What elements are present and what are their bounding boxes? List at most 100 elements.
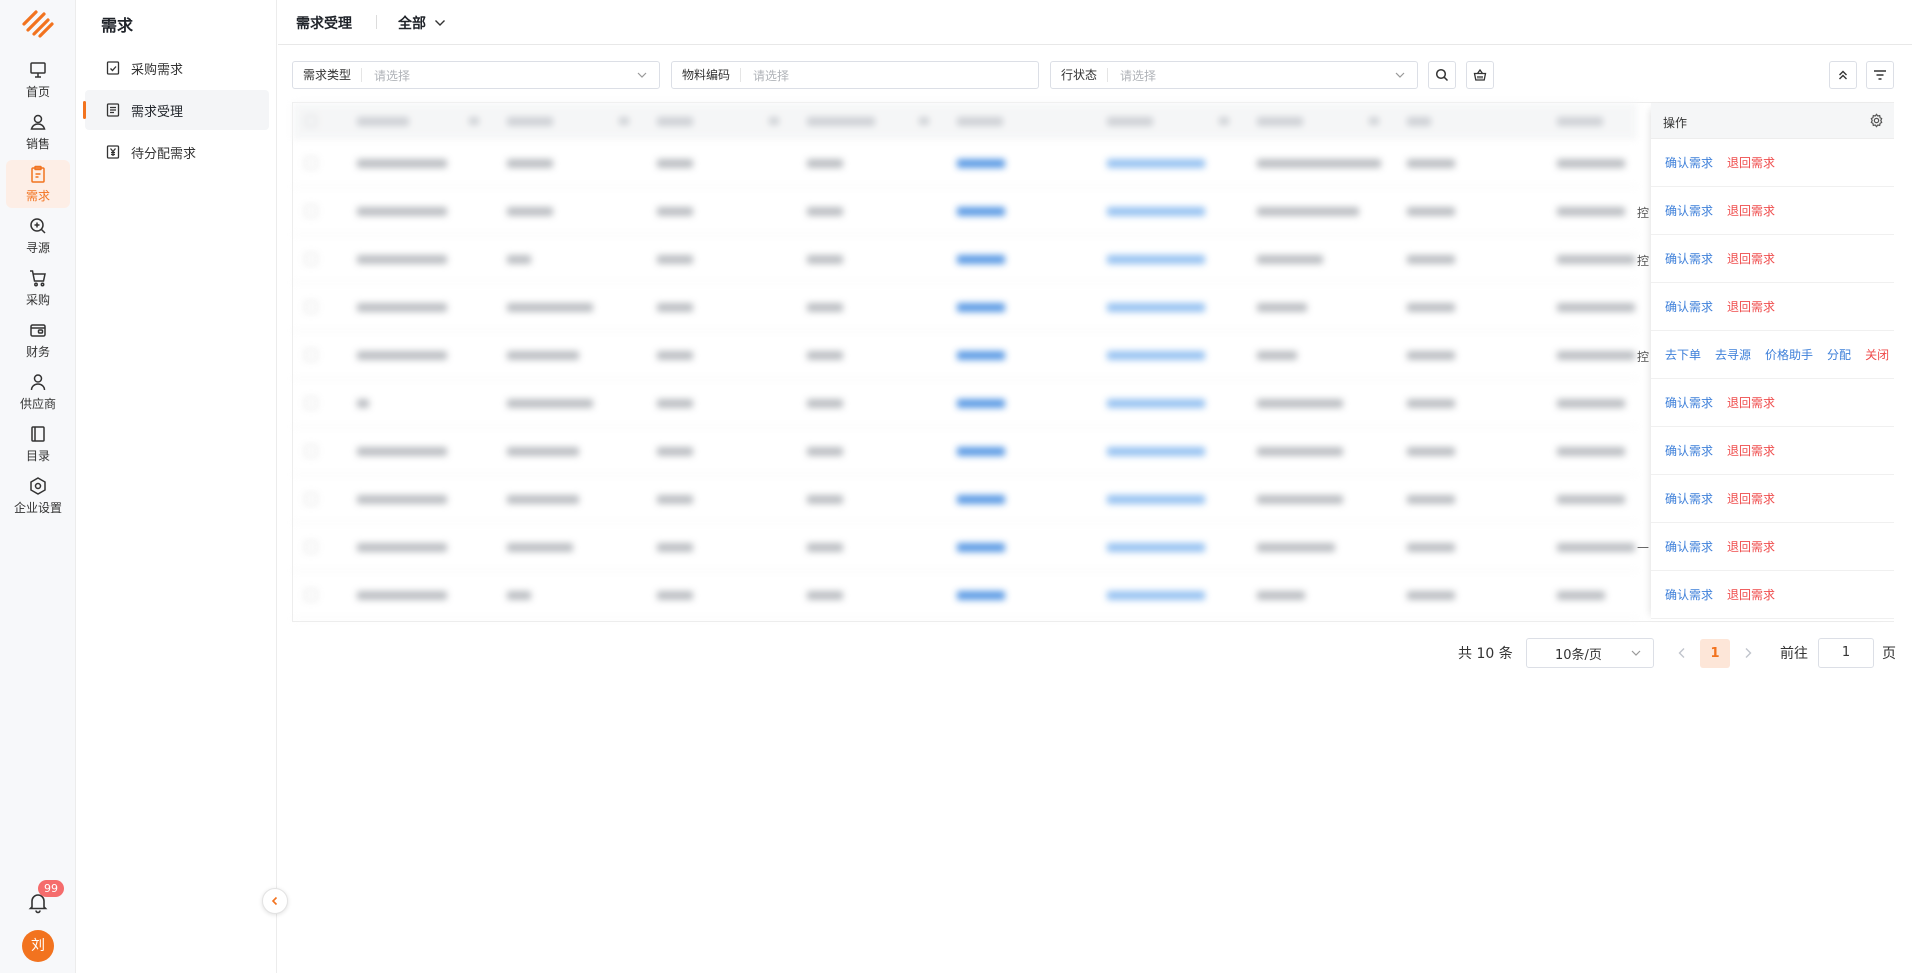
brand-logo-icon[interactable]: [20, 6, 56, 40]
row-checkbox[interactable]: [305, 253, 317, 265]
search-zoom-icon: [30, 218, 46, 234]
operations-header-label: 操作: [1663, 116, 1688, 130]
table-row[interactable]: [293, 427, 1637, 475]
column-filter-icon[interactable]: [469, 117, 479, 125]
column-filter-icon[interactable]: [1369, 117, 1379, 125]
confirm-demand-link[interactable]: 确认需求: [1665, 538, 1713, 555]
table-row[interactable]: [293, 235, 1637, 283]
return-demand-link[interactable]: 退回需求: [1727, 490, 1775, 507]
clear-filters-button[interactable]: [1466, 61, 1494, 89]
rail-item-supplier[interactable]: 供应商: [6, 368, 70, 416]
page-number-current[interactable]: 1: [1700, 639, 1730, 668]
price-assistant-link[interactable]: 价格助手: [1765, 346, 1813, 363]
filter-settings-button[interactable]: [1866, 61, 1894, 89]
row-checkbox[interactable]: [305, 397, 317, 409]
allocate-link[interactable]: 分配: [1827, 346, 1851, 363]
confirm-demand-link[interactable]: 确认需求: [1665, 250, 1713, 267]
confirm-demand-link[interactable]: 确认需求: [1665, 586, 1713, 603]
rail-item-sourcing[interactable]: 寻源: [6, 212, 70, 260]
confirm-demand-link[interactable]: 确认需求: [1665, 154, 1713, 171]
goto-page-input[interactable]: 1: [1818, 638, 1874, 668]
confirm-demand-link[interactable]: 确认需求: [1665, 394, 1713, 411]
gear-icon[interactable]: [1869, 113, 1884, 128]
filter-demand-type[interactable]: 需求类型 请选择: [292, 61, 660, 89]
table-row[interactable]: [293, 379, 1637, 427]
monitor-icon: [30, 62, 46, 78]
double-chevron-up-icon: [1839, 70, 1847, 80]
check-doc-icon: [106, 61, 120, 75]
confirm-demand-link[interactable]: 确认需求: [1665, 442, 1713, 459]
scope-dropdown[interactable]: 全部: [398, 13, 446, 33]
rail-item-home[interactable]: 首页: [6, 56, 70, 104]
row-checkbox[interactable]: [305, 445, 317, 457]
return-demand-link[interactable]: 退回需求: [1727, 154, 1775, 171]
go-sourcing-link[interactable]: 去寻源: [1715, 346, 1751, 363]
table-row[interactable]: [293, 571, 1637, 619]
page-size-select[interactable]: 10条/页: [1526, 638, 1654, 668]
return-demand-link[interactable]: 退回需求: [1727, 586, 1775, 603]
wallet-icon: [30, 324, 46, 337]
row-checkbox[interactable]: [305, 157, 317, 169]
row-actions: 确认需求 退回需求: [1651, 187, 1894, 235]
column-header: [1257, 117, 1303, 126]
cart-icon: [30, 270, 46, 287]
table-row[interactable]: [293, 475, 1637, 523]
collapse-filters-button[interactable]: [1829, 61, 1857, 89]
submenu-item-pending-allocation[interactable]: 待分配需求: [85, 132, 269, 172]
filter-line-status[interactable]: 行状态 请选择: [1050, 61, 1418, 89]
collapse-sidebar-button[interactable]: [262, 888, 288, 914]
rail-item-enterprise-settings[interactable]: 企业设置: [6, 472, 70, 520]
confirm-demand-link[interactable]: 确认需求: [1665, 490, 1713, 507]
table-row[interactable]: [293, 523, 1637, 571]
row-checkbox[interactable]: [305, 301, 317, 313]
table-row[interactable]: [293, 139, 1637, 187]
user-avatar[interactable]: 刘: [22, 930, 54, 962]
prev-page-button[interactable]: [1674, 644, 1690, 662]
column-header: [1407, 117, 1431, 126]
next-page-button[interactable]: [1740, 644, 1756, 662]
row-checkbox[interactable]: [305, 205, 317, 217]
hexagon-gear-icon: [30, 477, 46, 495]
return-demand-link[interactable]: 退回需求: [1727, 442, 1775, 459]
row-checkbox[interactable]: [305, 541, 317, 553]
confirm-demand-link[interactable]: 确认需求: [1665, 202, 1713, 219]
rail-item-demand[interactable]: 需求: [6, 160, 70, 208]
header-divider: [376, 15, 377, 29]
return-demand-link[interactable]: 退回需求: [1727, 250, 1775, 267]
table-row[interactable]: [293, 283, 1637, 331]
rail-item-finance[interactable]: 财务: [6, 316, 70, 364]
column-header: [957, 117, 1003, 126]
table-row[interactable]: [293, 187, 1637, 235]
operations-header: 操作: [1651, 103, 1894, 139]
row-checkbox[interactable]: [305, 493, 317, 505]
submenu-title: 需求: [101, 16, 134, 35]
rail-item-purchase[interactable]: 采购: [6, 264, 70, 312]
submenu-item-demand-acceptance[interactable]: 需求受理: [83, 90, 269, 130]
select-all-checkbox[interactable]: [305, 115, 317, 127]
confirm-demand-link[interactable]: 确认需求: [1665, 298, 1713, 315]
return-demand-link[interactable]: 退回需求: [1727, 298, 1775, 315]
chevron-down-icon: [637, 72, 647, 78]
return-demand-link[interactable]: 退回需求: [1727, 538, 1775, 555]
table-row[interactable]: [293, 331, 1637, 379]
rail-item-catalog[interactable]: 目录: [6, 420, 70, 468]
operations-column: 操作 确认需求 退回需求 确认需求 退回需求 确认需求 退回需求 确认需求 退回…: [1651, 103, 1894, 621]
submenu-item-label: 待分配需求: [131, 146, 197, 162]
filter-material-code[interactable]: 物料编码 请选择: [671, 61, 1039, 89]
rail-item-sales[interactable]: 销售: [6, 108, 70, 156]
place-order-link[interactable]: 去下单: [1665, 346, 1701, 363]
search-button[interactable]: [1428, 61, 1456, 89]
return-demand-link[interactable]: 退回需求: [1727, 394, 1775, 411]
column-filter-icon[interactable]: [769, 117, 779, 125]
close-link[interactable]: 关闭: [1865, 346, 1889, 363]
rail-item-label: 寻源: [25, 241, 50, 255]
column-filter-icon[interactable]: [619, 117, 629, 125]
row-checkbox[interactable]: [305, 349, 317, 361]
row-checkbox[interactable]: [305, 589, 317, 601]
column-filter-icon[interactable]: [919, 117, 929, 125]
chevron-left-icon: [271, 896, 278, 906]
filter-placeholder: 请选择: [1120, 68, 1157, 83]
column-filter-icon[interactable]: [1219, 117, 1229, 125]
submenu-item-purchase-demand[interactable]: 采购需求: [85, 48, 269, 88]
return-demand-link[interactable]: 退回需求: [1727, 202, 1775, 219]
